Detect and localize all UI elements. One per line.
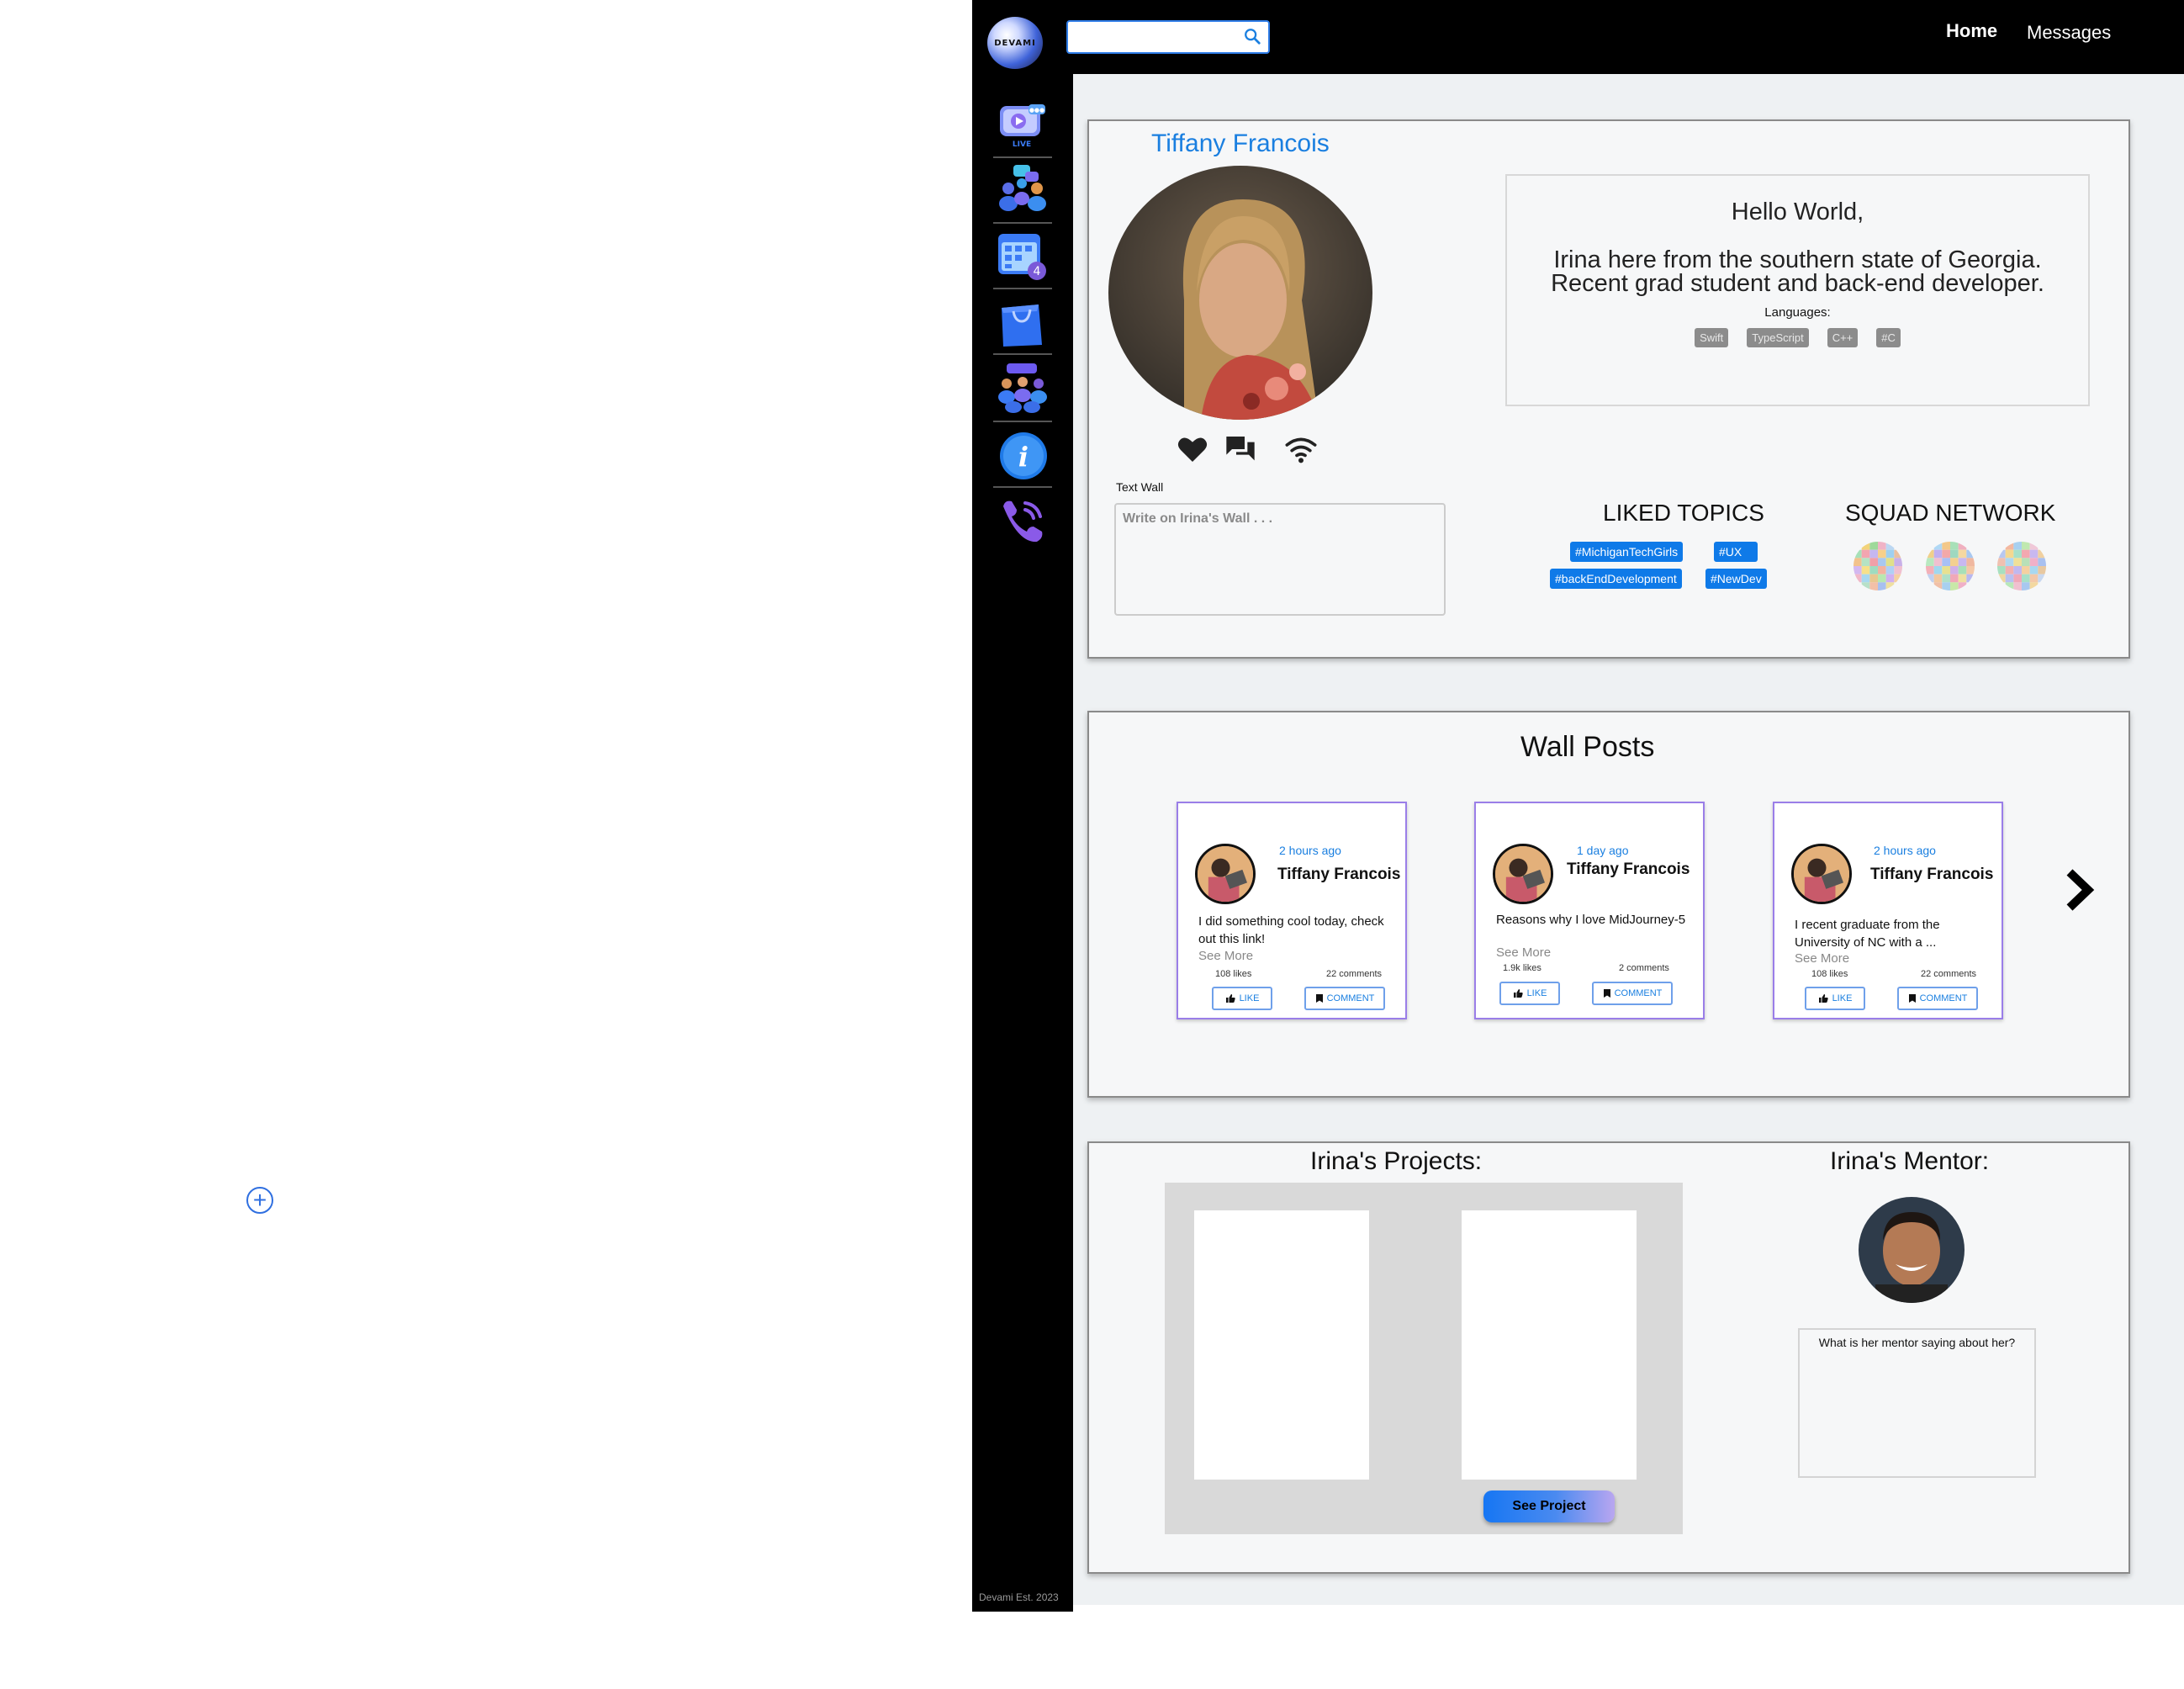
svg-text:LIVE: LIVE xyxy=(1013,140,1031,149)
comment-label: COMMENT xyxy=(1614,988,1663,998)
like-button[interactable]: LIKE xyxy=(1805,987,1865,1010)
language-tag[interactable]: #C xyxy=(1876,328,1901,347)
sidebar-footer: Devami Est. 2023 xyxy=(979,1591,1059,1603)
liked-topics-title: LIKED TOPICS xyxy=(1603,500,1764,526)
bio-text: Irina here from the southern state of Ge… xyxy=(1551,246,2044,297)
squad-avatar[interactable] xyxy=(1926,542,1975,590)
see-more-link[interactable]: See More xyxy=(1795,951,1849,966)
profile-name: Tiffany Francois xyxy=(1151,130,1330,157)
svg-text:i: i xyxy=(1018,441,1029,473)
app-root: + DEVAMI Home Messages ●●● LIVE 4 i Deva… xyxy=(0,0,2184,1689)
devami-logo[interactable]: DEVAMI xyxy=(987,17,1043,69)
text-wall-label: Text Wall xyxy=(1116,480,1164,494)
post-time: 2 hours ago xyxy=(1279,844,1341,857)
wall-post[interactable]: 2 hours ago Tiffany Francois I recent gr… xyxy=(1773,802,2003,1019)
bio-greeting: Hello World, xyxy=(1731,199,1864,225)
comment-label: COMMENT xyxy=(1919,993,1968,1003)
topic-tag[interactable]: #backEndDevelopment xyxy=(1550,569,1682,589)
project-card[interactable] xyxy=(1194,1210,1369,1480)
project-card[interactable] xyxy=(1462,1210,1637,1480)
chevron-right-icon[interactable] xyxy=(2065,869,2095,911)
see-project-button[interactable]: See Project xyxy=(1483,1490,1615,1522)
post-author-avatar xyxy=(1791,844,1852,904)
topic-tag[interactable]: #MichiganTechGirls xyxy=(1570,542,1684,562)
wall-posts-title: Wall Posts xyxy=(1520,731,1655,763)
nav-messages-link[interactable]: Messages xyxy=(2027,22,2111,44)
language-tag[interactable]: Swift xyxy=(1695,328,1729,347)
profile-avatar xyxy=(1108,166,1372,420)
post-comments: 22 comments xyxy=(1326,969,1383,979)
see-more-link[interactable]: See More xyxy=(1496,945,1551,960)
post-text: I did something cool today, check out th… xyxy=(1198,914,1384,946)
comment-button[interactable]: COMMENT xyxy=(1304,987,1385,1010)
topic-tag[interactable]: #UX xyxy=(1714,542,1758,562)
squad-avatar[interactable] xyxy=(1997,542,2046,590)
comment-icon xyxy=(1315,994,1323,1003)
language-tag[interactable]: C++ xyxy=(1827,328,1859,347)
search-icon[interactable] xyxy=(1243,27,1261,45)
see-more-link[interactable]: See More xyxy=(1198,949,1253,963)
like-label: LIKE xyxy=(1526,988,1547,998)
language-tag[interactable]: TypeScript xyxy=(1747,328,1809,347)
thumbs-up-icon xyxy=(1225,994,1235,1003)
mentor-title: Irina's Mentor: xyxy=(1830,1147,1990,1175)
calendar-icon[interactable]: 4 xyxy=(997,229,1049,281)
post-author[interactable]: Tiffany Francois xyxy=(1870,866,1993,884)
post-likes: 108 likes xyxy=(1215,969,1252,979)
post-likes: 1.9k likes xyxy=(1503,963,1541,973)
logo-text: DEVAMI xyxy=(994,38,1036,48)
post-text: Reasons why I love MidJourney-5 xyxy=(1496,913,1686,927)
wall-post[interactable]: 1 day ago Tiffany Francois Reasons why I… xyxy=(1474,802,1705,1019)
like-label: LIKE xyxy=(1239,993,1260,1003)
post-author[interactable]: Tiffany Francois xyxy=(1277,866,1400,884)
mentor-avatar[interactable] xyxy=(1859,1197,1965,1303)
post-time: 2 hours ago xyxy=(1874,844,1936,857)
thumbs-up-icon xyxy=(1818,994,1828,1003)
post-likes: 108 likes xyxy=(1811,969,1848,979)
calendar-badge: 4 xyxy=(1034,265,1041,278)
shopping-bag-icon[interactable] xyxy=(997,296,1049,348)
post-time: 1 day ago xyxy=(1577,844,1629,857)
squad-network-title: SQUAD NETWORK xyxy=(1845,500,2056,526)
post-comments: 2 comments xyxy=(1619,963,1669,973)
svg-text:●●●: ●●● xyxy=(1029,107,1044,114)
mentor-quote-box: What is her mentor saying about her? xyxy=(1798,1328,2036,1478)
info-icon[interactable]: i xyxy=(997,429,1049,481)
post-author-avatar xyxy=(1195,844,1256,904)
post-author-avatar xyxy=(1493,844,1553,904)
comment-button[interactable]: COMMENT xyxy=(1897,987,1978,1010)
post-text: I recent graduate from the University of… xyxy=(1795,918,1940,950)
heart-icon[interactable] xyxy=(1176,432,1209,466)
bio-box: Hello World, Irina here from the souther… xyxy=(1505,174,2090,406)
text-wall-input[interactable]: Write on Irina's Wall . . . xyxy=(1114,503,1446,616)
add-icon[interactable]: + xyxy=(246,1187,273,1214)
nav-home-link[interactable]: Home xyxy=(1946,20,1997,42)
comment-icon xyxy=(1603,989,1610,998)
post-comments: 22 comments xyxy=(1921,969,1977,979)
wall-post[interactable]: 2 hours ago Tiffany Francois I did somet… xyxy=(1177,802,1407,1019)
comment-icon xyxy=(1908,994,1916,1003)
languages-list: Swift TypeScript C++ #C xyxy=(1507,328,2088,347)
like-label: LIKE xyxy=(1832,993,1853,1003)
comment-label: COMMENT xyxy=(1326,993,1375,1003)
live-video-icon[interactable]: ●●● LIVE xyxy=(997,98,1049,150)
group-icon[interactable] xyxy=(997,362,1049,414)
like-button[interactable]: LIKE xyxy=(1499,982,1560,1005)
post-author[interactable]: Tiffany Francois xyxy=(1567,860,1690,879)
topic-tag[interactable]: #NewDev xyxy=(1705,569,1767,589)
languages-label: Languages: xyxy=(1764,305,1831,320)
wifi-icon[interactable] xyxy=(1284,432,1318,466)
search-input[interactable] xyxy=(1066,20,1270,54)
squad-avatar[interactable] xyxy=(1853,542,1902,590)
like-button[interactable]: LIKE xyxy=(1212,987,1272,1010)
community-chat-icon[interactable] xyxy=(997,163,1049,215)
comment-button[interactable]: COMMENT xyxy=(1592,982,1673,1005)
thumbs-up-icon xyxy=(1513,989,1523,998)
chat-icon[interactable] xyxy=(1224,432,1257,466)
phone-icon[interactable] xyxy=(997,495,1049,547)
projects-title: Irina's Projects: xyxy=(1310,1147,1483,1175)
